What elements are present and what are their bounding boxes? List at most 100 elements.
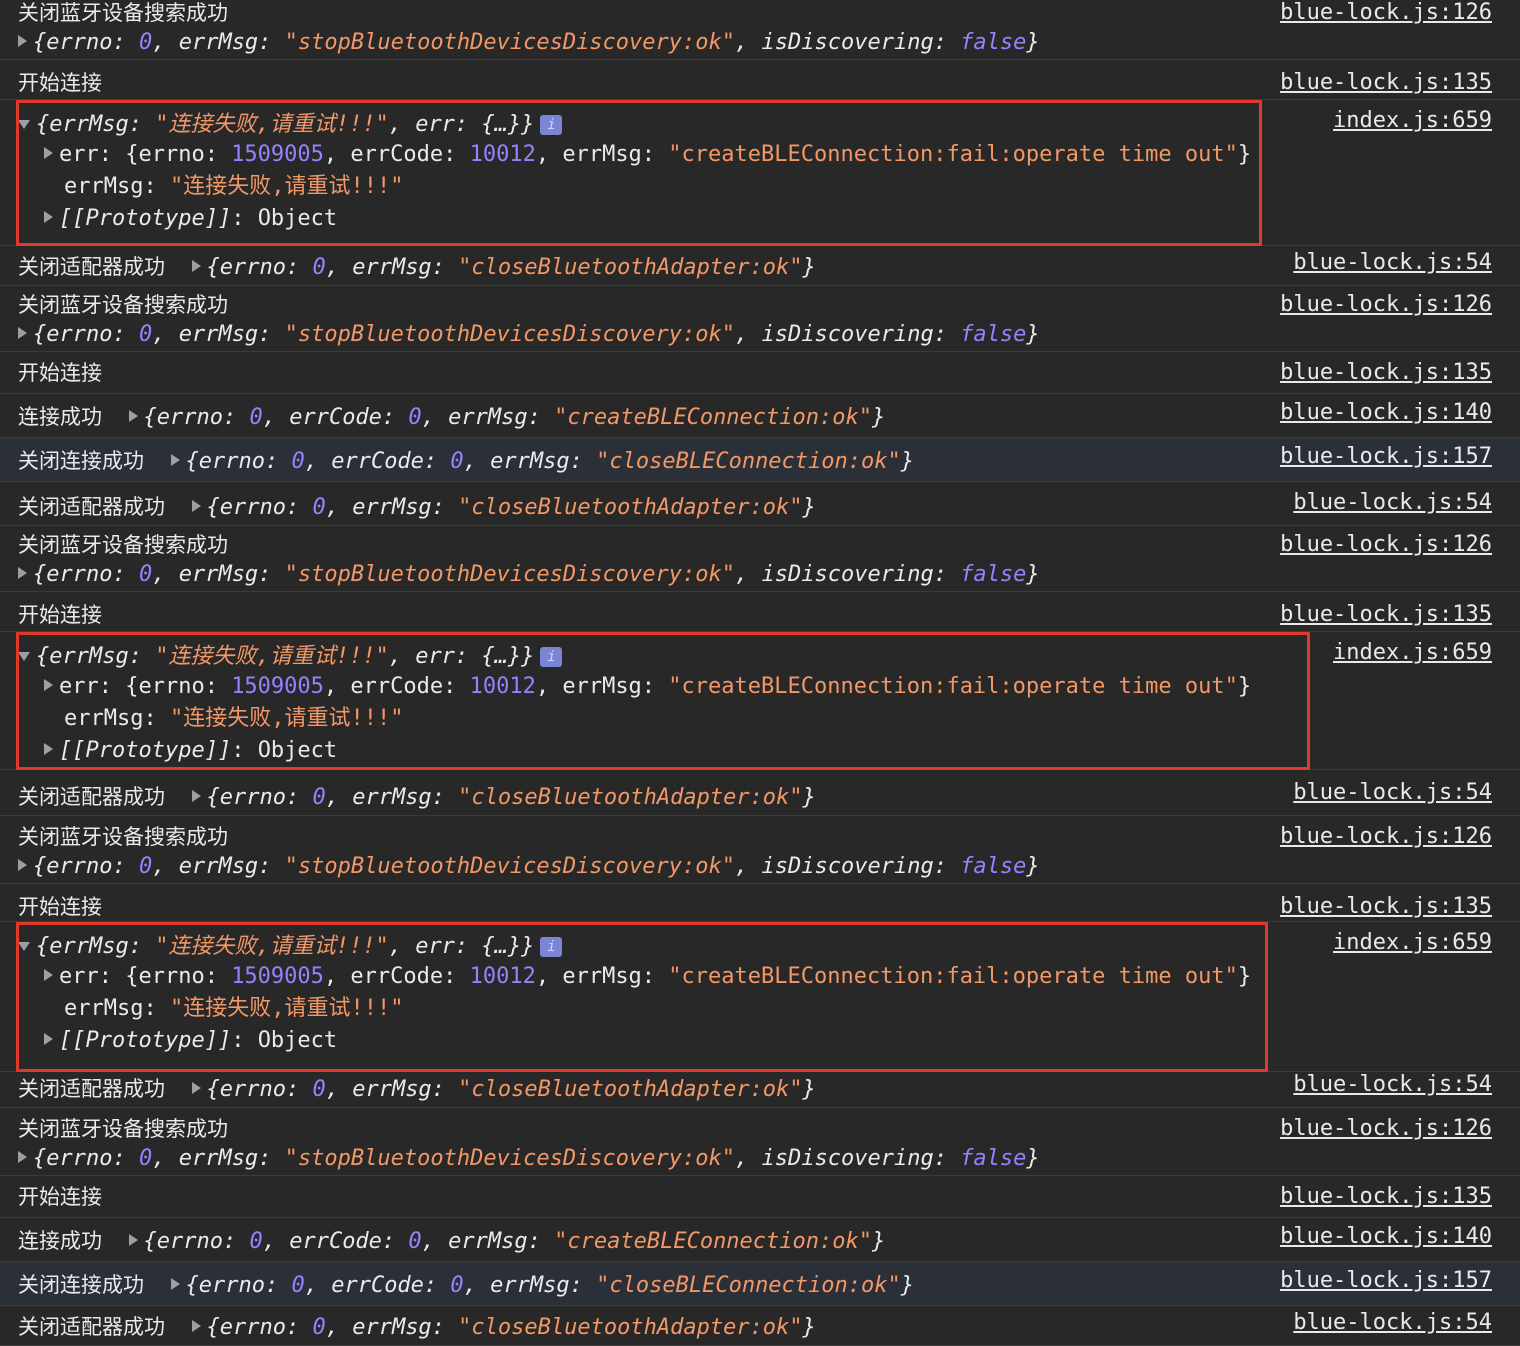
collapse-triangle-icon[interactable] <box>18 651 30 661</box>
expand-triangle-icon[interactable] <box>44 147 53 159</box>
expand-triangle-icon[interactable] <box>18 567 27 579</box>
expand-triangle-icon[interactable] <box>18 35 27 47</box>
expand-triangle-icon[interactable] <box>18 859 27 871</box>
info-icon[interactable]: i <box>540 937 563 957</box>
message-line: 关闭蓝牙设备搜索成功 <box>18 0 228 28</box>
object-preview[interactable]: {errMsg: "连接失败,请重试!!!", err: {…}} <box>36 112 534 137</box>
source-link[interactable]: blue-lock.js:157 <box>1280 442 1492 472</box>
object-preview[interactable]: {errno: 0, errMsg: "stopBluetoothDevices… <box>33 562 1040 587</box>
collapse-triangle-icon[interactable] <box>18 941 30 951</box>
message-line: 开始连接 <box>18 600 102 630</box>
punctuation: , errMsg: <box>325 495 459 520</box>
console-message: 开始连接 blue-lock.js:135 <box>0 64 1520 100</box>
punctuation: , errMsg: <box>152 854 285 879</box>
expand-triangle-icon[interactable] <box>44 1033 53 1045</box>
source-link[interactable]: blue-lock.js:54 <box>1293 248 1492 278</box>
expand-triangle-icon[interactable] <box>44 969 53 981</box>
object-preview[interactable]: {errno: 0, errMsg: "closeBluetoothAdapte… <box>207 1315 816 1340</box>
source-link[interactable]: blue-lock.js:157 <box>1280 1266 1492 1296</box>
expand-triangle-icon[interactable] <box>44 743 53 755</box>
errmsg-value: "连接失败,请重试!!!" <box>169 706 404 731</box>
errcode-value: 10012 <box>469 142 536 167</box>
object-preview[interactable]: {errno: 0, errMsg: "stopBluetoothDevices… <box>33 1146 1040 1171</box>
source-link[interactable]: blue-lock.js:135 <box>1280 600 1492 630</box>
source-link[interactable]: blue-lock.js:126 <box>1280 530 1492 560</box>
punctuation: } <box>521 934 535 959</box>
message-line: err: {errno: 1509005, errCode: 10012, er… <box>44 140 1251 170</box>
expand-triangle-icon[interactable] <box>191 1082 201 1094</box>
err-value: {…} <box>481 934 522 959</box>
object-preview[interactable]: {errno: 0, errMsg: "stopBluetoothDevices… <box>33 322 1040 347</box>
expand-triangle-icon[interactable] <box>128 410 138 422</box>
punctuation: {errno: <box>33 854 139 879</box>
info-icon[interactable]: i <box>540 115 563 135</box>
source-link[interactable]: blue-lock.js:54 <box>1293 488 1492 518</box>
punctuation <box>165 255 192 280</box>
source-link[interactable]: blue-lock.js:135 <box>1280 892 1492 922</box>
object-preview[interactable]: {errno: 0, errMsg: "closeBluetoothAdapte… <box>207 255 816 280</box>
punctuation: {errMsg: <box>36 644 156 669</box>
punctuation: } <box>1237 142 1252 167</box>
expand-triangle-icon[interactable] <box>18 1151 27 1163</box>
object-preview[interactable]: {errno: 0, errMsg: "stopBluetoothDevices… <box>33 854 1040 879</box>
object-preview[interactable]: {errno: 0, errMsg: "stopBluetoothDevices… <box>33 30 1040 55</box>
punctuation: {errno: <box>206 495 313 520</box>
object-preview[interactable]: {errno: 0, errMsg: "closeBluetoothAdapte… <box>207 785 816 810</box>
source-link[interactable]: index.js:659 <box>1333 638 1492 668</box>
source-link[interactable]: blue-lock.js:135 <box>1280 358 1492 388</box>
object-preview[interactable]: {errno: 0, errCode: 0, errMsg: "createBL… <box>144 405 886 430</box>
message-line: err: {errno: 1509005, errCode: 10012, er… <box>44 962 1251 992</box>
source-link[interactable]: blue-lock.js:126 <box>1280 0 1492 28</box>
expand-triangle-icon[interactable] <box>18 327 27 339</box>
collapse-triangle-icon[interactable] <box>18 119 30 129</box>
info-icon[interactable]: i <box>540 647 563 667</box>
punctuation: errMsg: <box>64 706 170 731</box>
source-link[interactable]: index.js:659 <box>1333 928 1492 958</box>
punctuation: } <box>802 1077 816 1102</box>
expand-triangle-icon[interactable] <box>44 679 53 691</box>
source-link[interactable]: blue-lock.js:126 <box>1280 290 1492 320</box>
source-link[interactable]: blue-lock.js:126 <box>1280 1114 1492 1144</box>
punctuation <box>165 495 192 520</box>
expand-triangle-icon[interactable] <box>191 1320 201 1332</box>
object-preview[interactable]: {errno: 0, errCode: 0, errMsg: "createBL… <box>144 1229 886 1254</box>
prototype-key: [[Prototype]] <box>59 738 232 763</box>
expand-triangle-icon[interactable] <box>44 211 53 223</box>
errmsg-value: "连接失败,请重试!!!" <box>155 112 389 137</box>
errno-value: 0 <box>312 1315 326 1340</box>
source-link[interactable]: blue-lock.js:54 <box>1293 1070 1492 1100</box>
log-label: 关闭适配器成功 <box>18 255 165 279</box>
source-link[interactable]: index.js:659 <box>1333 106 1492 136</box>
source-link[interactable]: blue-lock.js:140 <box>1280 398 1492 428</box>
source-link[interactable]: blue-lock.js:135 <box>1280 68 1492 98</box>
expand-triangle-icon[interactable] <box>128 1234 138 1246</box>
punctuation: , errMsg: <box>325 255 459 280</box>
punctuation <box>102 405 129 430</box>
source-link[interactable]: blue-lock.js:140 <box>1280 1222 1492 1252</box>
err-value: {…} <box>481 644 522 669</box>
punctuation: , errMsg: <box>152 1146 285 1171</box>
source-link[interactable]: blue-lock.js:126 <box>1280 822 1492 852</box>
errno-value: 1509005 <box>231 964 324 989</box>
object-preview[interactable]: {errno: 0, errCode: 0, errMsg: "closeBLE… <box>186 1273 915 1298</box>
object-preview[interactable]: {errno: 0, errMsg: "closeBluetoothAdapte… <box>207 1077 816 1102</box>
errcode-value: 0 <box>408 1229 422 1254</box>
object-preview[interactable]: {errMsg: "连接失败,请重试!!!", err: {…}} <box>36 934 534 959</box>
source-link[interactable]: blue-lock.js:135 <box>1280 1182 1492 1212</box>
expand-triangle-icon[interactable] <box>170 1278 180 1290</box>
object-preview[interactable]: {errMsg: "连接失败,请重试!!!", err: {…}} <box>36 644 534 669</box>
expand-triangle-icon[interactable] <box>170 454 180 466</box>
console-message: {errMsg: "连接失败,请重试!!!", err: {…}} i err: {… <box>0 632 1520 770</box>
message-line: 关闭连接成功 {errno: 0, errCode: 0, errMsg: "c… <box>18 1270 914 1300</box>
message-line: 关闭连接成功 {errno: 0, errCode: 0, errMsg: "c… <box>18 446 914 476</box>
expand-triangle-icon[interactable] <box>191 790 201 802</box>
punctuation: : <box>231 1028 258 1053</box>
object-preview[interactable]: {errno: 0, errCode: 0, errMsg: "closeBLE… <box>186 449 915 474</box>
expand-triangle-icon[interactable] <box>191 500 201 512</box>
message-line: 关闭适配器成功 {errno: 0, errMsg: "closeBluetoo… <box>18 1312 816 1342</box>
source-link[interactable]: blue-lock.js:54 <box>1293 1308 1492 1338</box>
object-preview[interactable]: {errno: 0, errMsg: "closeBluetoothAdapte… <box>207 495 816 520</box>
punctuation: {errno: <box>206 785 313 810</box>
source-link[interactable]: blue-lock.js:54 <box>1293 778 1492 808</box>
expand-triangle-icon[interactable] <box>191 260 201 272</box>
